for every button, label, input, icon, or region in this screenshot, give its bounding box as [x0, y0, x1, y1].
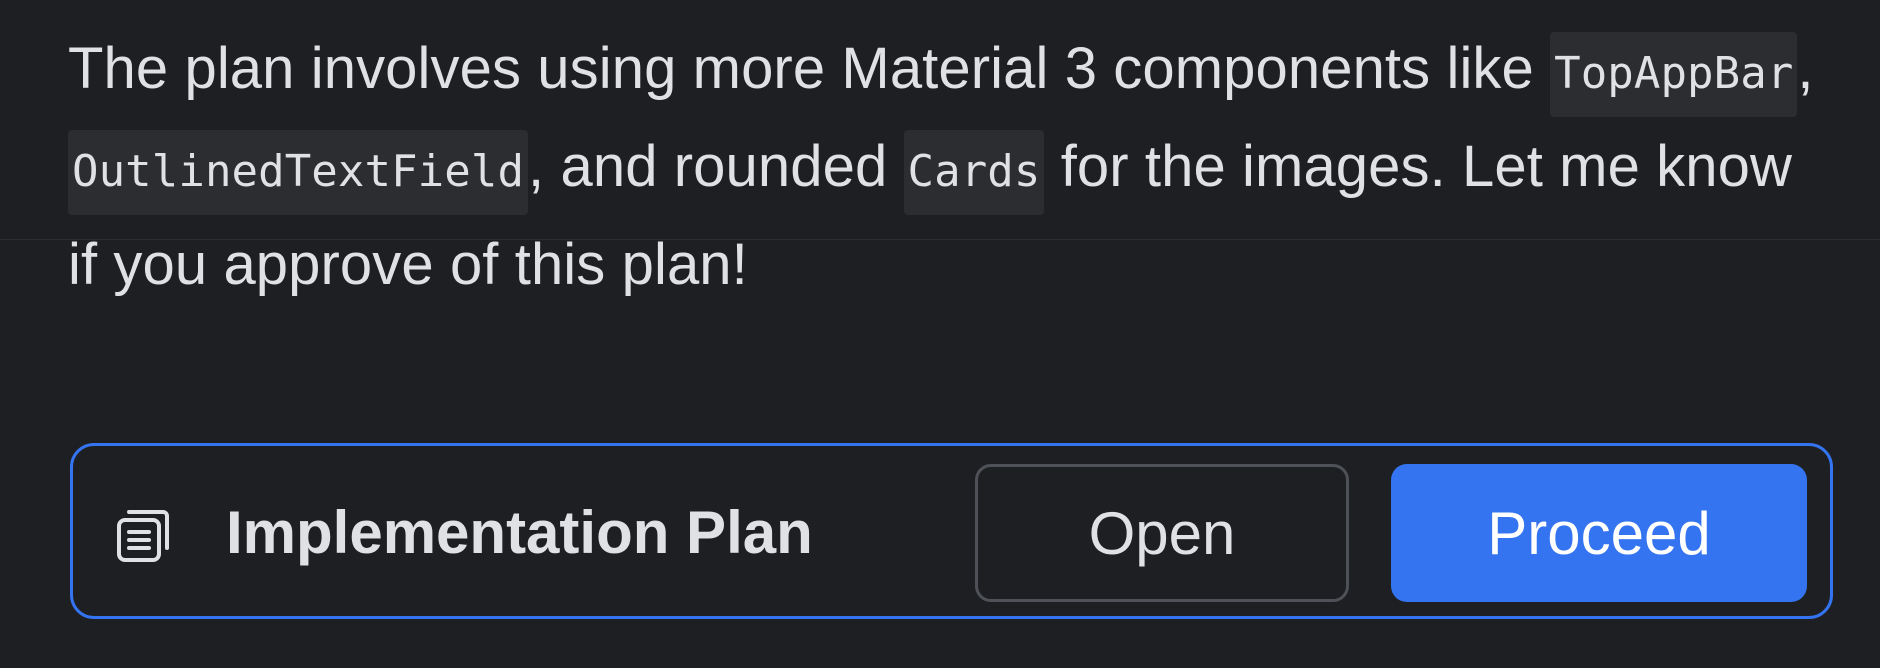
inline-code: OutlinedTextField [68, 130, 529, 215]
document-icon [111, 502, 175, 566]
assistant-message: The plan involves using more Material 3 … [68, 22, 1828, 311]
inline-code: Cards [903, 130, 1045, 215]
proceed-button[interactable]: Proceed [1391, 464, 1807, 602]
message-text: , [1797, 36, 1814, 101]
message-text: The plan involves using more Material 3 … [68, 36, 1551, 101]
implementation-plan-bar: Implementation Plan Open Proceed [70, 443, 1833, 619]
open-button[interactable]: Open [975, 464, 1349, 602]
plan-title: Implementation Plan [226, 499, 813, 566]
message-text: , and rounded [528, 134, 904, 199]
inline-code: TopAppBar [1550, 32, 1798, 117]
